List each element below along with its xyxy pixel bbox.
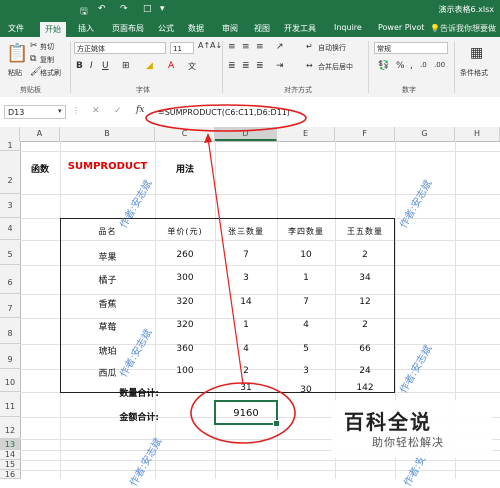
- annotation-arrow-head: [204, 133, 212, 143]
- logo-title: 百科全说: [344, 410, 432, 434]
- annotation-arrow-line: [207, 137, 244, 385]
- logo-subtitle: 助你轻松解决: [372, 436, 444, 449]
- result-highlight-ellipse: [190, 382, 296, 444]
- baike-logo: 百科全说 助你轻松解决: [332, 400, 492, 458]
- formula-highlight-ellipse: [145, 104, 307, 132]
